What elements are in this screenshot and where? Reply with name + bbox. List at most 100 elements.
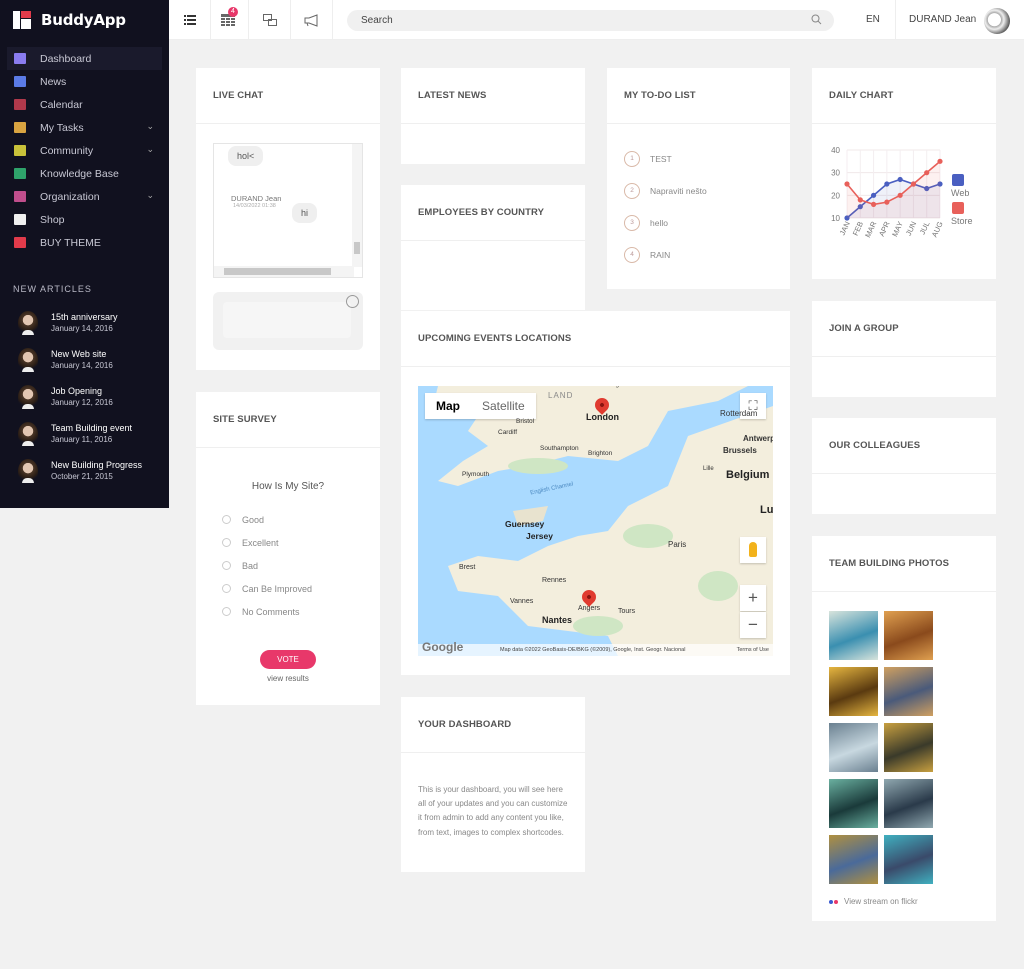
search-input[interactable]: Search bbox=[347, 10, 834, 31]
chat-input[interactable] bbox=[213, 292, 363, 350]
team-photo[interactable] bbox=[829, 779, 878, 828]
chevron-down-icon[interactable]: ⌄ bbox=[146, 190, 154, 201]
article-avatar bbox=[18, 421, 38, 446]
article-item[interactable]: 15th anniversary January 14, 2016 bbox=[0, 304, 169, 341]
flickr-link[interactable]: View stream on flickr bbox=[812, 884, 996, 906]
article-title[interactable]: Job Opening bbox=[51, 386, 113, 396]
vertical-scrollbar[interactable] bbox=[352, 144, 362, 267]
team-photo[interactable] bbox=[884, 835, 933, 884]
radio-button[interactable] bbox=[222, 584, 231, 593]
team-photo[interactable] bbox=[829, 835, 878, 884]
sidebar-item-shop[interactable]: Shop bbox=[7, 208, 162, 231]
sidebar-item-news[interactable]: News bbox=[7, 70, 162, 93]
map-label: Nantes bbox=[542, 615, 573, 625]
street-view-button[interactable] bbox=[740, 537, 766, 563]
calendar-icon bbox=[14, 99, 26, 110]
todo-item[interactable]: 4 RAIN bbox=[607, 239, 790, 271]
article-item[interactable]: Job Opening January 12, 2016 bbox=[0, 378, 169, 415]
tasks-icon bbox=[14, 122, 26, 133]
search-icon[interactable] bbox=[811, 14, 822, 25]
radio-button[interactable] bbox=[222, 561, 231, 570]
article-item[interactable]: New Web site January 14, 2016 bbox=[0, 341, 169, 378]
legend-label: Store bbox=[951, 216, 973, 226]
team-photo[interactable] bbox=[829, 667, 878, 716]
shopping-bag-icon bbox=[14, 214, 26, 225]
horizontal-scrollbar[interactable] bbox=[214, 266, 354, 277]
widget-title: SITE SURVEY bbox=[196, 392, 380, 448]
flickr-dot-icon bbox=[834, 899, 838, 904]
map-label: Brest bbox=[459, 564, 476, 571]
announcements-button[interactable] bbox=[291, 0, 333, 40]
view-results-link[interactable]: view results bbox=[196, 674, 380, 683]
team-photo[interactable] bbox=[884, 779, 933, 828]
todo-text: Napraviti nešto bbox=[650, 186, 707, 196]
chat-timestamp: 14/03/2022 01:38 bbox=[233, 203, 276, 209]
sidebar-item-label: Shop bbox=[40, 213, 65, 226]
sidebar-item-knowledge-base[interactable]: Knowledge Base bbox=[7, 162, 162, 185]
team-photo[interactable] bbox=[884, 611, 933, 660]
radio-button[interactable] bbox=[222, 538, 231, 547]
brand[interactable]: BuddyApp bbox=[0, 0, 169, 40]
menu-toggle-button[interactable] bbox=[169, 0, 211, 40]
sidebar-item-organization[interactable]: Organization ⌄ bbox=[7, 185, 162, 208]
sidebar-item-calendar[interactable]: Calendar bbox=[7, 93, 162, 116]
events-map-widget: UPCOMING EVENTS LOCATIONS Map Satellite … bbox=[401, 311, 790, 675]
article-title[interactable]: New Web site bbox=[51, 349, 113, 359]
article-item[interactable]: New Building Progress October 21, 2015 bbox=[0, 452, 169, 489]
survey-option[interactable]: Bad bbox=[196, 554, 380, 577]
map[interactable]: Map Satellite ⛶ + − Cambridge LAND Londo… bbox=[418, 386, 773, 656]
zoom-out-button[interactable]: − bbox=[740, 612, 766, 638]
radio-button[interactable] bbox=[222, 607, 231, 616]
sidebar-item-label: News bbox=[40, 75, 67, 88]
sidebar-item-dashboard[interactable]: Dashboard bbox=[7, 47, 162, 70]
radio-button[interactable] bbox=[222, 515, 231, 524]
team-photo[interactable] bbox=[829, 723, 878, 772]
article-item[interactable]: Team Building event January 11, 2016 bbox=[0, 415, 169, 452]
x-tick-label: AUG bbox=[930, 220, 945, 239]
article-title[interactable]: Team Building event bbox=[51, 423, 132, 433]
todo-item[interactable]: 1 TEST bbox=[607, 143, 790, 175]
photo-grid bbox=[812, 592, 996, 884]
map-land bbox=[433, 386, 773, 656]
article-title[interactable]: New Building Progress bbox=[51, 460, 142, 470]
language-selector[interactable]: EN bbox=[866, 0, 880, 40]
emoji-icon[interactable] bbox=[346, 295, 359, 308]
sidebar-item-buy-theme[interactable]: BUY THEME bbox=[7, 231, 162, 254]
widget-title: OUR COLLEAGUES bbox=[812, 418, 996, 474]
map-type-control: Map Satellite bbox=[425, 393, 536, 419]
chevron-down-icon[interactable]: ⌄ bbox=[146, 121, 154, 132]
data-point-store bbox=[870, 201, 877, 207]
survey-option-label: Can Be Improved bbox=[242, 583, 313, 594]
chat-messages[interactable]: hol< DURAND Jean 14/03/2022 01:38 hi bbox=[213, 143, 363, 278]
data-point-store bbox=[897, 192, 903, 198]
map-type-satellite-button[interactable]: Satellite bbox=[471, 393, 536, 419]
sidebar-item-community[interactable]: Community ⌄ bbox=[7, 139, 162, 162]
todo-item[interactable]: 2 Napraviti nešto bbox=[607, 175, 790, 207]
messages-button[interactable] bbox=[249, 0, 291, 40]
chevron-down-icon[interactable]: ⌄ bbox=[146, 144, 154, 155]
x-tick-label: JUN bbox=[904, 220, 918, 237]
vote-button[interactable]: VOTE bbox=[260, 650, 316, 669]
calendar-button[interactable]: 4 bbox=[207, 0, 249, 40]
user-name[interactable]: DURAND Jean bbox=[909, 0, 976, 40]
sidebar-item-my-tasks[interactable]: My Tasks ⌄ bbox=[7, 116, 162, 139]
survey-option[interactable]: Good bbox=[196, 508, 380, 531]
todo-item[interactable]: 3 hello bbox=[607, 207, 790, 239]
map-type-map-button[interactable]: Map bbox=[425, 393, 471, 419]
user-avatar[interactable] bbox=[984, 8, 1010, 34]
map-label: Tours bbox=[618, 608, 636, 615]
chat-textarea[interactable] bbox=[223, 302, 351, 338]
zoom-in-button[interactable]: + bbox=[740, 585, 766, 611]
survey-option[interactable]: No Comments bbox=[196, 600, 380, 623]
team-photo[interactable] bbox=[884, 723, 933, 772]
widget-title: UPCOMING EVENTS LOCATIONS bbox=[401, 311, 790, 367]
team-photo[interactable] bbox=[884, 667, 933, 716]
survey-option[interactable]: Excellent bbox=[196, 531, 380, 554]
article-title[interactable]: 15th anniversary bbox=[51, 312, 118, 322]
sliders-icon bbox=[14, 53, 26, 64]
article-date: January 14, 2016 bbox=[51, 361, 113, 370]
team-photo[interactable] bbox=[829, 611, 878, 660]
map-label: Rotterdam bbox=[720, 409, 758, 418]
terms-link[interactable]: Terms of Use bbox=[737, 644, 769, 656]
survey-option[interactable]: Can Be Improved bbox=[196, 577, 380, 600]
